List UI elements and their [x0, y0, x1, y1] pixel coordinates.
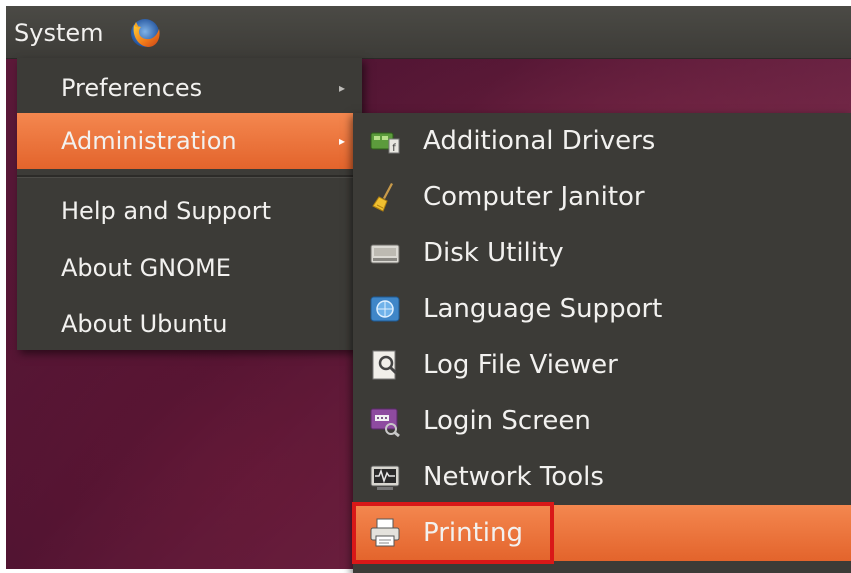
broom-icon — [372, 183, 393, 212]
submenu-item-login-screen[interactable]: Login Screen — [353, 393, 851, 449]
submenu-item-label: Network Tools — [423, 462, 604, 492]
menu-item-label: Preferences — [61, 74, 203, 102]
submenu-item-network-tools[interactable]: Network Tools — [353, 449, 851, 505]
submenu-item-label: Computer Janitor — [423, 182, 645, 212]
submenu-arrow-icon: ▸ — [339, 81, 346, 95]
menu-item-administration[interactable]: Administration ▸ — [17, 113, 362, 169]
submenu-item-additional-drivers[interactable]: f Additional Drivers — [353, 113, 851, 169]
log-viewer-icon — [372, 350, 398, 380]
menu-item-label: About GNOME — [61, 254, 231, 282]
system-menu[interactable]: System — [14, 16, 104, 50]
additional-drivers-icon: f — [370, 132, 400, 154]
annotation-highlight-box — [352, 502, 554, 564]
submenu-item-language-support[interactable]: Language Support — [353, 281, 851, 337]
disk-icon — [370, 244, 400, 264]
firefox-icon[interactable] — [128, 16, 162, 50]
submenu-item-label: Log File Viewer — [423, 350, 618, 380]
menu-item-help-and-support[interactable]: Help and Support — [17, 183, 362, 239]
submenu-arrow-icon: ▸ — [339, 134, 346, 148]
screenshot: System Preferences ▸ Administration ▸ He… — [0, 0, 851, 573]
submenu-item-label: Language Support — [423, 294, 663, 324]
submenu-item-computer-janitor[interactable]: Computer Janitor — [353, 169, 851, 225]
system-dropdown-menu: Preferences ▸ Administration ▸ Help and … — [17, 58, 362, 350]
submenu-item-disk-utility[interactable]: Disk Utility — [353, 225, 851, 281]
menu-item-about-gnome[interactable]: About GNOME — [17, 240, 362, 296]
network-tools-icon — [370, 465, 400, 490]
svg-text:f: f — [392, 143, 396, 154]
submenu-item-label: Disk Utility — [423, 238, 564, 268]
menu-item-about-ubuntu[interactable]: About Ubuntu — [17, 296, 362, 352]
language-icon — [370, 296, 400, 322]
menu-item-label: Help and Support — [61, 197, 271, 225]
login-screen-icon — [370, 408, 400, 437]
submenu-item-log-file-viewer[interactable]: Log File Viewer — [353, 337, 851, 393]
menu-item-label: Administration — [61, 127, 237, 155]
submenu-item-label: Additional Drivers — [423, 126, 656, 156]
top-panel: System — [6, 6, 851, 59]
menu-separator — [17, 175, 362, 178]
menu-item-label: About Ubuntu — [61, 310, 228, 338]
submenu-item-label: Login Screen — [423, 406, 591, 436]
menu-item-preferences[interactable]: Preferences ▸ — [17, 60, 362, 116]
